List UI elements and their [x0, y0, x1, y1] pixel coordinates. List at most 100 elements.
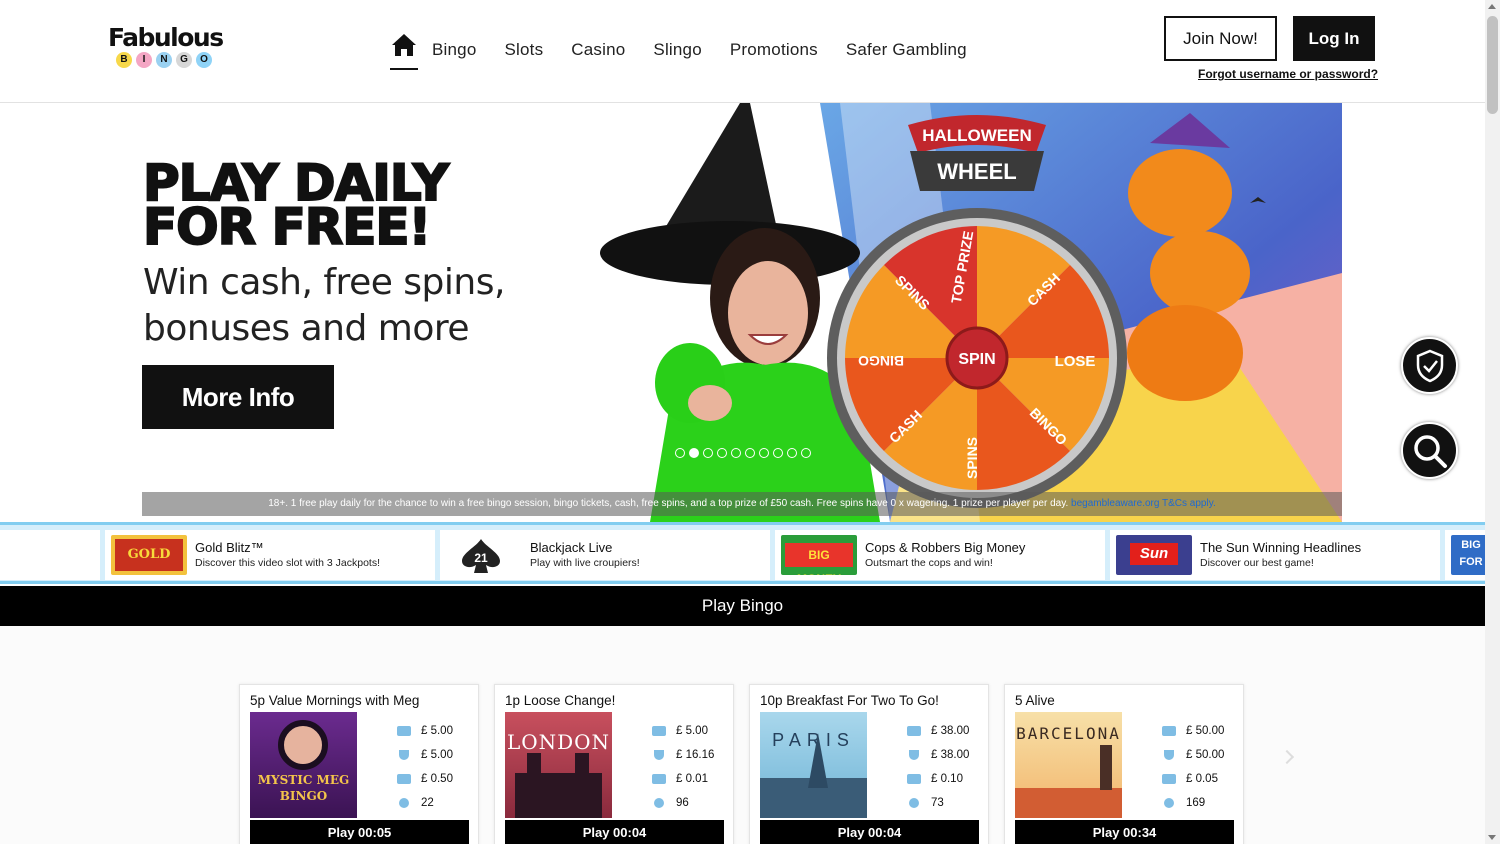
- ticker-item[interactable]: GOLD BLITZ Gold Blitz™ Discover this vid…: [105, 530, 435, 580]
- search-button[interactable]: [1401, 422, 1458, 479]
- ticker-item[interactable]: Sun The Sun Winning Headlines Discover o…: [1110, 530, 1440, 580]
- wheel-segment-label: BINGO: [858, 353, 904, 369]
- promo-terms-text: 18+. 1 free play daily for the chance to…: [268, 498, 1069, 509]
- room-players: 22: [421, 797, 434, 809]
- sun-headlines-thumbnail: Sun: [1116, 535, 1192, 575]
- shield-check-icon: [1416, 349, 1443, 382]
- bingo-room-card[interactable]: 5 Alive BARCELONA £ 50.00 £ 50.00 £ 0.05…: [1004, 684, 1244, 844]
- coin-icon: [652, 774, 666, 784]
- room-image-text: LONDON: [506, 730, 611, 754]
- join-now-button[interactable]: Join Now!: [1164, 16, 1277, 61]
- gold-blitz-thumbnail: GOLD BLITZ: [111, 535, 187, 575]
- log-in-button[interactable]: Log In: [1293, 16, 1375, 61]
- big-fortune-thumbnail: BIG FOR: [1451, 535, 1485, 575]
- nav-item-slingo[interactable]: Slingo: [653, 30, 701, 70]
- room-stats: £ 38.00 £ 38.00 £ 0.10 73: [907, 719, 987, 815]
- coin-icon: [1162, 774, 1176, 784]
- room-cost: £ 0.50: [421, 773, 453, 785]
- scrollbar-thumb[interactable]: [1487, 16, 1498, 114]
- bingo-room-card[interactable]: 1p Loose Change! LONDON £ 5.00 £ 16.16 £…: [494, 684, 734, 844]
- scroll-up-arrow-icon[interactable]: [1488, 4, 1496, 9]
- slide-dot[interactable]: [731, 448, 741, 458]
- ticker-subtitle: Outsmart the cops and win!: [865, 556, 993, 569]
- coin-icon: [907, 774, 921, 784]
- logo-wordmark: Fabulous: [108, 23, 224, 52]
- search-icon: [1413, 434, 1447, 468]
- slide-dot[interactable]: [773, 448, 783, 458]
- nav-item-bingo[interactable]: Bingo: [432, 30, 476, 70]
- ticket-icon: [652, 726, 666, 736]
- play-room-button[interactable]: Play 00:05: [250, 820, 469, 844]
- ticker-item-partial[interactable]: BIG FOR: [1445, 530, 1485, 580]
- hero-subtitle-line: Win cash, free spins,: [143, 262, 505, 303]
- room-image: MYSTIC MEG BINGO: [250, 712, 357, 818]
- thumbnail-text: Sun: [1130, 543, 1178, 565]
- room-title: 10p Breakfast For Two To Go!: [760, 693, 939, 708]
- play-room-button[interactable]: Play 00:34: [1015, 820, 1234, 844]
- trophy-icon: [654, 750, 664, 760]
- ticker-subtitle: Play with live croupiers!: [530, 556, 640, 569]
- room-cost: £ 0.01: [676, 773, 708, 785]
- room-ticket-price: £ 5.00: [421, 725, 453, 737]
- page-scrollbar[interactable]: [1485, 0, 1500, 844]
- nav-item-slots[interactable]: Slots: [504, 30, 543, 70]
- room-ticket-price: £ 50.00: [1186, 725, 1225, 737]
- slide-dot[interactable]: [759, 448, 769, 458]
- nav-item-safer-gambling[interactable]: Safer Gambling: [846, 30, 967, 70]
- hero-subtitle: Win cash, free spins, bonuses and more: [143, 260, 505, 352]
- logo-ball: G: [176, 52, 192, 68]
- nav-item-casino[interactable]: Casino: [571, 30, 625, 70]
- room-players: 169: [1186, 797, 1206, 809]
- slide-dot[interactable]: [801, 448, 811, 458]
- logo-ball: N: [156, 52, 172, 68]
- slide-dot[interactable]: [717, 448, 727, 458]
- bingo-room-card[interactable]: 5p Value Mornings with Meg MYSTIC MEG BI…: [239, 684, 479, 844]
- slide-dot[interactable]: [787, 448, 797, 458]
- ticker-subtitle: Discover our best game!: [1200, 556, 1314, 569]
- cops-robbers-thumbnail: BIG MONEY: [781, 535, 857, 575]
- ticker-item[interactable]: BIG MONEY Cops & Robbers Big Money Outsm…: [775, 530, 1105, 580]
- more-info-button[interactable]: More Info: [142, 365, 334, 429]
- wheel-title-bottom: WHEEL: [937, 159, 1016, 184]
- ticker-item[interactable]: 21 Blackjack Live Play with live croupie…: [440, 530, 770, 580]
- slide-dot[interactable]: [703, 448, 713, 458]
- room-image: PARIS: [760, 712, 867, 818]
- wheel-title-top: HALLOWEEN: [922, 126, 1032, 145]
- room-image-text: BARCELONA: [1016, 724, 1121, 743]
- fabulous-bingo-logo[interactable]: Fabulous B I N G O: [108, 24, 228, 74]
- room-cost: £ 0.05: [1186, 773, 1218, 785]
- slide-dot[interactable]: [745, 448, 755, 458]
- room-title: 5p Value Mornings with Meg: [250, 693, 420, 708]
- ticker-title: Blackjack Live: [530, 539, 613, 555]
- nav-home[interactable]: [390, 30, 418, 70]
- play-room-button[interactable]: Play 00:04: [760, 820, 979, 844]
- room-prize: £ 38.00: [931, 749, 970, 761]
- hero-banner[interactable]: PLAY DAILY FOR FREE! Win cash, free spin…: [0, 103, 1485, 522]
- play-bingo-header: Play Bingo: [0, 586, 1485, 626]
- terms-link[interactable]: begambleaware.org T&Cs apply.: [1071, 498, 1216, 509]
- forgot-credentials-link[interactable]: Forgot username or password?: [1198, 67, 1378, 81]
- room-stats: £ 5.00 £ 16.16 £ 0.01 96: [652, 719, 732, 815]
- wheel-center-label: SPIN: [958, 351, 995, 368]
- trophy-icon: [1164, 750, 1174, 760]
- ticker-item-partial[interactable]: [0, 530, 100, 580]
- slide-dot[interactable]: [675, 448, 685, 458]
- slide-dot-active[interactable]: [689, 448, 699, 458]
- ticker-title: The Sun Winning Headlines: [1200, 539, 1362, 555]
- room-players: 73: [931, 797, 944, 809]
- logo-bingo-balls: B I N G O: [116, 52, 228, 68]
- bingo-room-card[interactable]: 10p Breakfast For Two To Go! PARIS £ 38.…: [749, 684, 989, 844]
- trophy-icon: [399, 750, 409, 760]
- thumbnail-text: 21: [474, 551, 488, 565]
- room-title: 1p Loose Change!: [505, 693, 616, 708]
- scroll-down-arrow-icon[interactable]: [1488, 835, 1496, 840]
- players-icon: [399, 798, 409, 808]
- nav-item-promotions[interactable]: Promotions: [730, 30, 818, 70]
- logo-ball: I: [136, 52, 152, 68]
- safer-gambling-button[interactable]: [1401, 337, 1458, 394]
- ticket-icon: [907, 726, 921, 736]
- room-image: BARCELONA: [1015, 712, 1122, 818]
- trophy-icon: [909, 750, 919, 760]
- players-icon: [654, 798, 664, 808]
- play-room-button[interactable]: Play 00:04: [505, 820, 724, 844]
